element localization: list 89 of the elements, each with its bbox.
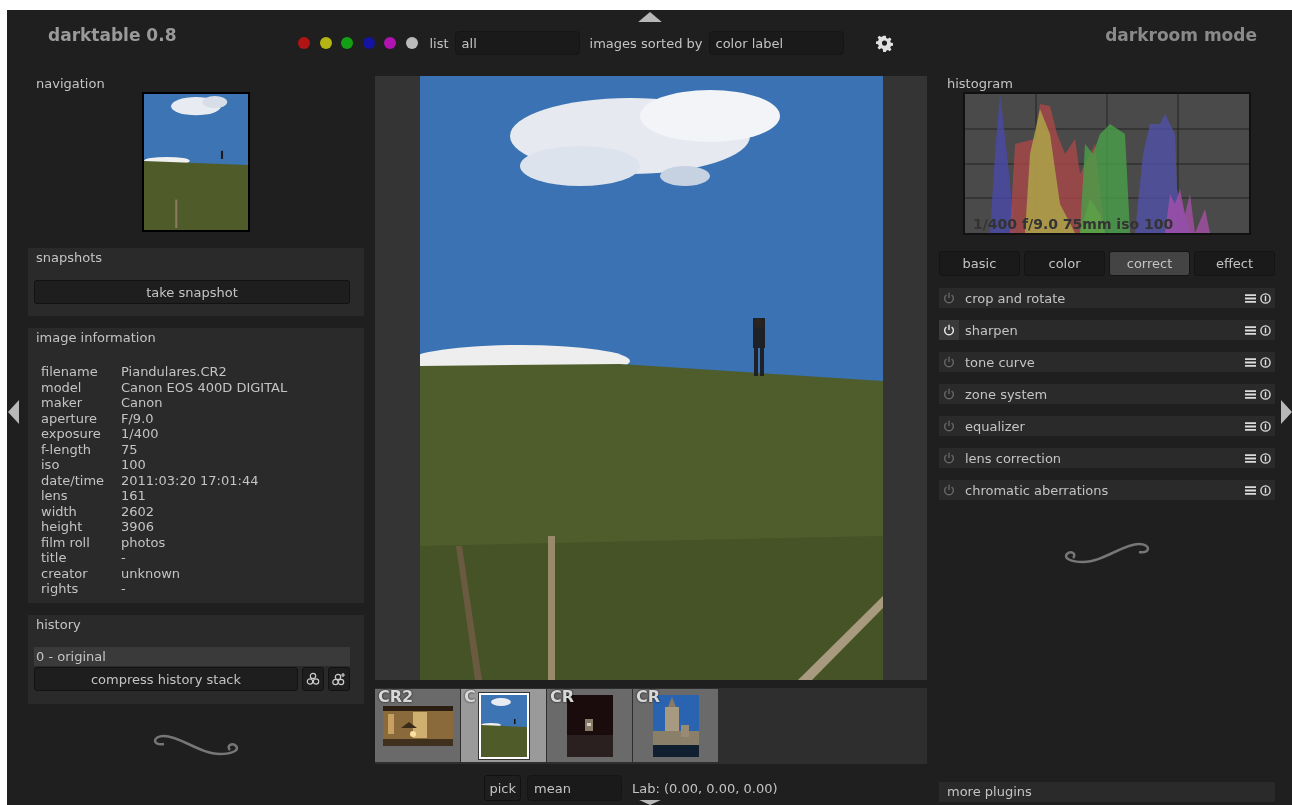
color-label-dot[interactable] — [405, 37, 418, 49]
presets-icon[interactable] — [1245, 356, 1256, 368]
info-value: 3906 — [121, 519, 156, 535]
info-label: exposure — [41, 426, 102, 442]
info-value: - — [121, 550, 127, 566]
take-snapshot-button[interactable]: take snapshot — [34, 280, 350, 304]
module-group-tab[interactable]: effect — [1194, 251, 1275, 276]
pick-button[interactable]: pick — [484, 775, 522, 801]
info-value: 161 — [121, 488, 147, 504]
mode-title: darkroom mode — [1105, 25, 1257, 45]
info-value: 75 — [121, 441, 139, 457]
app-title: darktable 0.8 — [48, 25, 178, 45]
info-label: model — [41, 379, 83, 395]
info-label: filename — [41, 364, 99, 380]
file-extension-label: CR — [550, 687, 575, 706]
reset-icon[interactable] — [1260, 452, 1271, 464]
reset-icon[interactable] — [1260, 324, 1271, 336]
sort-label: images sorted by — [589, 35, 703, 51]
info-label: height — [41, 519, 84, 535]
info-label: f-length — [41, 441, 92, 457]
history-item[interactable]: 0 - original — [34, 647, 350, 666]
presets-icon[interactable] — [1245, 324, 1256, 336]
settings-icon[interactable] — [875, 34, 893, 52]
color-label-dot[interactable] — [362, 37, 375, 49]
file-extension-label: C — [464, 687, 476, 706]
info-label: title — [41, 550, 68, 566]
info-label: lens — [41, 488, 69, 504]
collapse-top-arrow-icon[interactable] — [637, 12, 663, 22]
section-title: histogram — [946, 76, 1014, 92]
create-style-button[interactable] — [328, 667, 350, 691]
color-label-dot[interactable] — [384, 37, 396, 49]
mode-dropdown[interactable]: mean — [527, 775, 623, 801]
filmstrip-thumbnail[interactable]: CR — [633, 689, 718, 762]
collapse-bottom-arrow-icon[interactable] — [637, 800, 663, 805]
info-label: maker — [41, 395, 84, 411]
info-label: iso — [41, 457, 61, 473]
info-value: 100 — [121, 457, 147, 473]
circles-icon — [306, 672, 320, 686]
presets-icon[interactable] — [1245, 452, 1256, 464]
info-label: film roll — [41, 534, 91, 550]
file-extension-label: CR2 — [378, 687, 414, 706]
color-label-dot[interactable] — [341, 37, 353, 49]
info-label: date/time — [41, 472, 106, 488]
info-value: Canon EOS 400D DIGITAL — [121, 379, 288, 395]
info-label: width — [41, 503, 78, 519]
info-value: unknown — [121, 565, 182, 581]
reset-icon[interactable] — [1260, 420, 1271, 432]
presets-icon[interactable] — [1245, 484, 1256, 496]
sort-dropdown[interactable]: color label — [708, 31, 844, 55]
module-group-tab[interactable]: color — [1024, 251, 1105, 276]
circles-plus-icon — [332, 672, 346, 686]
section-title: image information — [35, 330, 157, 346]
info-label: creator — [41, 565, 89, 581]
section-title: snapshots — [35, 250, 104, 266]
info-value: Piandulares.CR2 — [121, 364, 228, 380]
info-value: 2011:03:20 17:01:44 — [121, 472, 260, 488]
reset-icon[interactable] — [1260, 356, 1271, 368]
info-value: 2602 — [121, 503, 156, 519]
reset-icon[interactable] — [1260, 292, 1271, 304]
filmstrip-thumbnail[interactable]: CR — [547, 689, 632, 762]
info-label: rights — [41, 581, 80, 597]
section-title: history — [35, 617, 82, 633]
collapse-right-arrow-icon[interactable] — [1281, 400, 1292, 424]
presets-icon[interactable] — [1245, 388, 1256, 400]
info-value: - — [121, 581, 127, 597]
presets-icon[interactable] — [1245, 420, 1256, 432]
reset-icon[interactable] — [1260, 484, 1271, 496]
style-button[interactable] — [302, 667, 324, 691]
info-label: aperture — [41, 410, 98, 426]
section-title: navigation — [35, 76, 106, 92]
power-icon[interactable] — [939, 320, 959, 340]
info-value: Canon — [121, 395, 164, 411]
info-value: photos — [121, 534, 167, 550]
color-label-dot[interactable] — [319, 37, 332, 49]
info-value: 1/400 — [121, 426, 160, 442]
color-label-dot[interactable] — [298, 37, 310, 49]
module-group-tab[interactable]: correct — [1109, 251, 1190, 276]
module-group-tab[interactable]: basic — [939, 251, 1020, 276]
filter-dropdown[interactable]: all — [454, 31, 580, 55]
compress-history-button[interactable]: compress history stack — [34, 667, 298, 691]
more-plugins-expander[interactable]: more plugins — [939, 782, 1275, 802]
filmstrip-thumbnail[interactable]: CR2 — [375, 689, 460, 762]
collapse-left-arrow-icon[interactable] — [8, 400, 19, 424]
reset-icon[interactable] — [1260, 388, 1271, 400]
file-extension-label: CR — [636, 687, 661, 706]
filter-label: list — [429, 35, 449, 51]
color-reading: Lab: (0.00, 0.00, 0.00) — [632, 780, 778, 796]
presets-icon[interactable] — [1245, 292, 1256, 304]
info-value: F/9.0 — [121, 410, 155, 426]
